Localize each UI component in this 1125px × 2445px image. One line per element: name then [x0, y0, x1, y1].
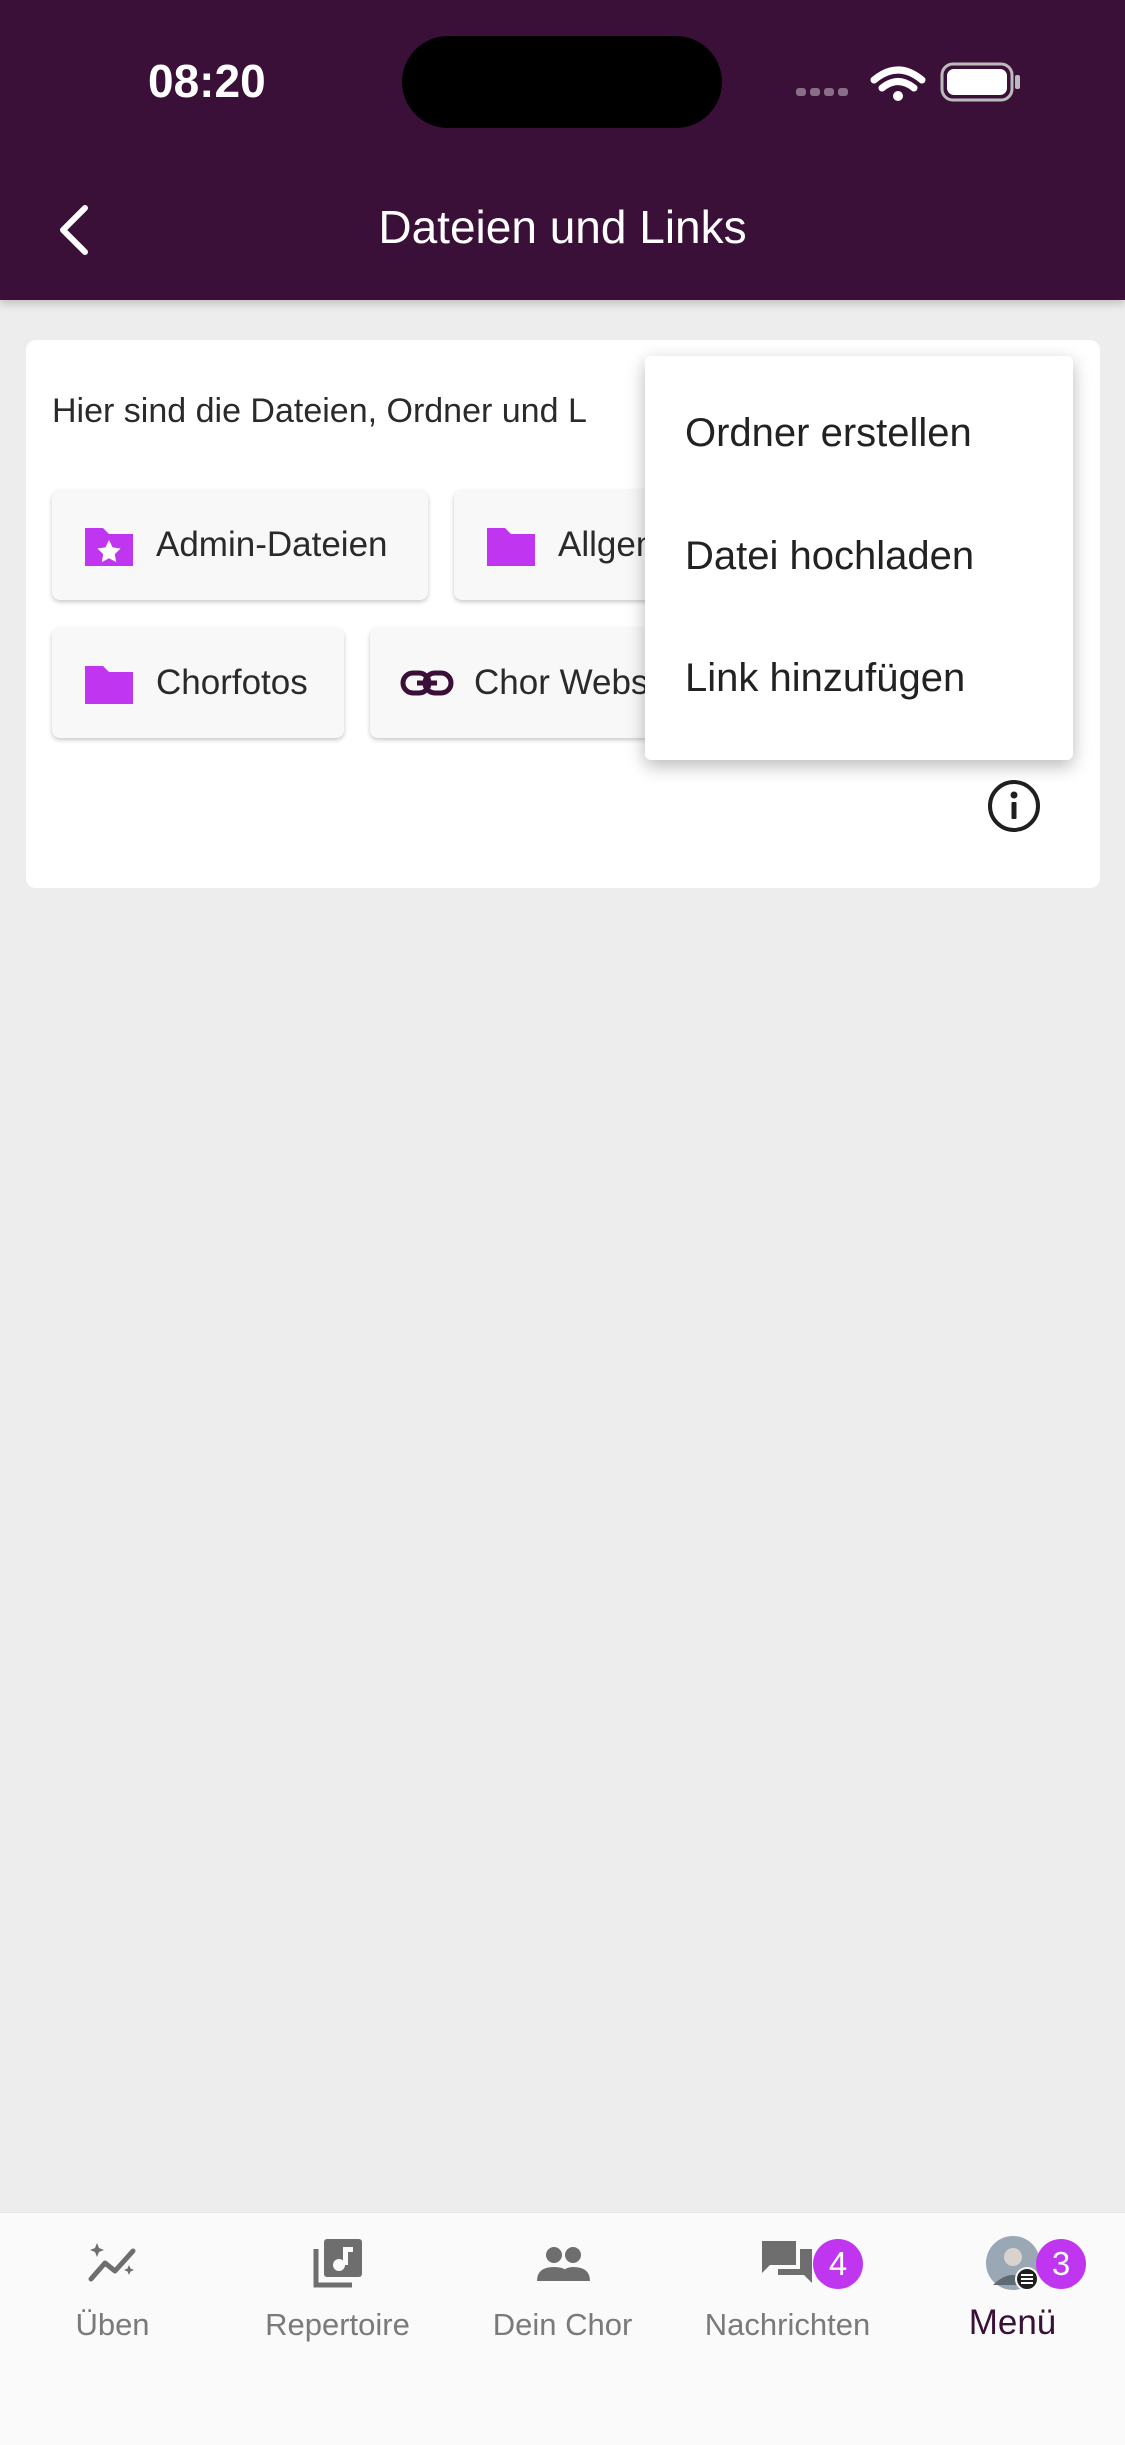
nav-item-menu[interactable]: 3 Menü: [900, 2213, 1125, 2373]
nav-label: Nachrichten: [704, 2307, 871, 2342]
menu-item-add-link[interactable]: Link hinzufügen: [645, 623, 1073, 733]
page-title: Dateien und Links: [378, 201, 747, 253]
chip-admin-dateien[interactable]: Admin-Dateien: [52, 490, 428, 600]
avatar-icon: [986, 2236, 1040, 2291]
menu-item-create-folder[interactable]: Ordner erstellen: [645, 378, 1073, 488]
cellular-signal-icon: [796, 88, 848, 96]
music-library-icon: [313, 2239, 362, 2288]
intro-text: Hier sind die Dateien, Ordner und L: [52, 392, 587, 430]
chip-label: Chorfotos: [156, 663, 308, 702]
notification-badge: 4: [813, 2239, 863, 2289]
nav-label: Menü: [968, 2303, 1057, 2342]
chip-label: Admin-Dateien: [156, 525, 388, 564]
chip-label: Chor Websi: [474, 663, 657, 702]
dynamic-island: [402, 36, 722, 128]
chip-chorfotos[interactable]: Chorfotos: [52, 628, 344, 738]
wifi-icon: [870, 66, 926, 101]
nav-label: Repertoire: [265, 2307, 410, 2342]
nav-label: Dein Chor: [492, 2307, 633, 2342]
bottom-navigation: Üben Repertoire Dein Chor 4 Nachrichten: [0, 2212, 1125, 2445]
trend-sparkle-icon: [88, 2243, 136, 2282]
nav-item-repertoire[interactable]: Repertoire: [225, 2213, 450, 2373]
people-icon: [537, 2247, 590, 2281]
status-icons: [796, 62, 1020, 102]
app-header: 08:20 Dateien und Links: [0, 0, 1125, 300]
folder-icon: [85, 666, 133, 704]
status-time: 08:20: [148, 55, 266, 107]
folder-icon: [487, 528, 535, 566]
add-menu: Ordner erstellen Datei hochladen Link hi…: [645, 356, 1073, 760]
nav-item-nachrichten[interactable]: 4 Nachrichten: [675, 2213, 900, 2373]
link-icon: [400, 670, 454, 696]
info-icon[interactable]: [984, 776, 1044, 836]
battery-icon: [940, 62, 1020, 102]
nav-item-dein-chor[interactable]: Dein Chor: [450, 2213, 675, 2373]
folder-star-icon: [85, 528, 133, 566]
chat-icon: [762, 2241, 812, 2283]
menu-item-upload-file[interactable]: Datei hochladen: [645, 501, 1073, 611]
nav-item-ueben[interactable]: Üben: [0, 2213, 225, 2373]
nav-label: Üben: [75, 2307, 150, 2342]
notification-badge: 3: [1036, 2239, 1086, 2289]
